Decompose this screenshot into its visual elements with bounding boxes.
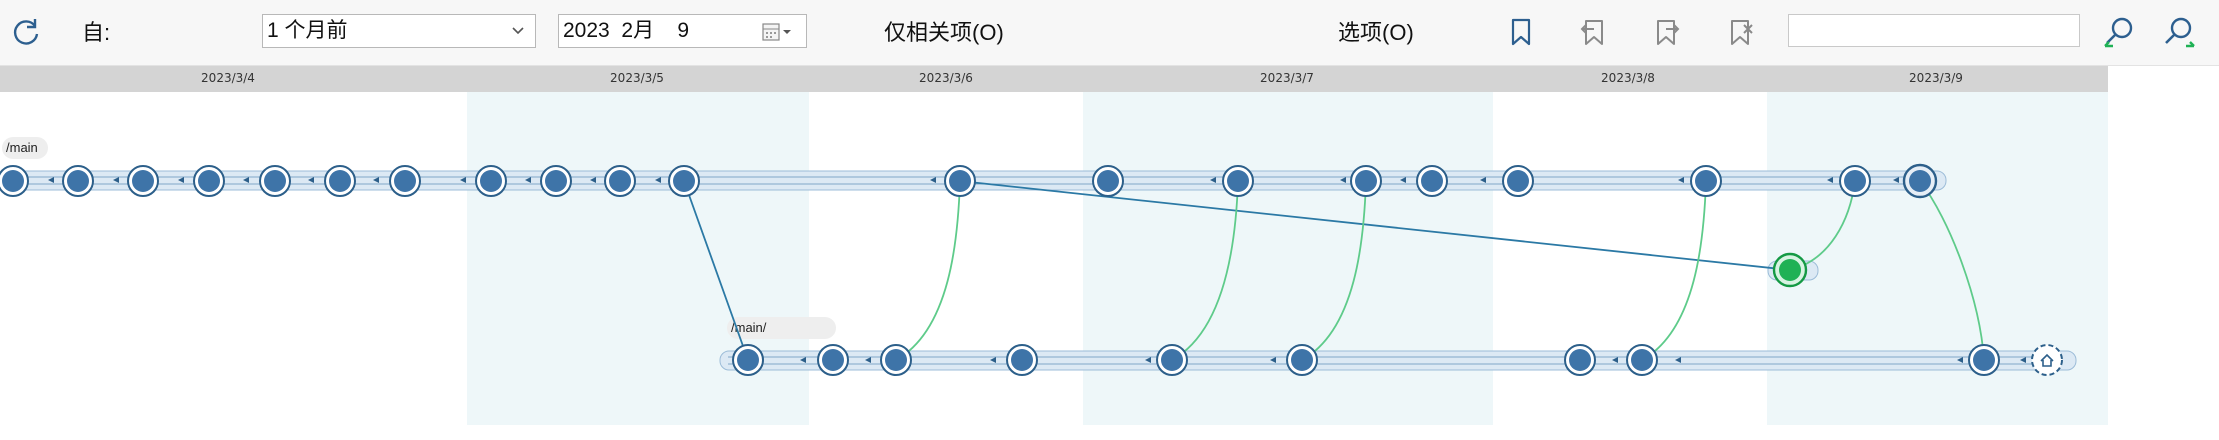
commit-node[interactable] (1092, 165, 1124, 197)
commit-node[interactable] (732, 344, 764, 376)
commit-node[interactable] (1006, 344, 1038, 376)
commit-node[interactable] (475, 165, 507, 197)
commit-node[interactable] (1416, 165, 1448, 197)
commit-node[interactable] (817, 344, 849, 376)
flow-arrows (48, 177, 2026, 363)
commit-node[interactable] (193, 165, 225, 197)
merge-line (1301, 180, 1367, 361)
commit-node[interactable] (0, 165, 29, 197)
current-commit-node[interactable] (1772, 252, 1808, 288)
commit-node[interactable] (1968, 344, 2000, 376)
merge-line (895, 180, 961, 361)
commit-node[interactable] (1222, 165, 1254, 197)
commit-node[interactable] (62, 165, 94, 197)
commit-node[interactable] (324, 165, 356, 197)
history-graph (0, 163, 2077, 376)
commit-node[interactable] (1690, 165, 1722, 197)
commit-node[interactable] (880, 344, 912, 376)
commit-node[interactable] (1564, 344, 1596, 376)
merge-line (1641, 180, 1707, 361)
commit-node[interactable] (259, 165, 291, 197)
commit-node[interactable] (668, 165, 700, 197)
feature-track (719, 350, 2077, 371)
commit-node[interactable] (944, 165, 976, 197)
commit-node[interactable] (1502, 165, 1534, 197)
commit-node[interactable] (389, 165, 421, 197)
branch-line (959, 180, 1791, 271)
branch-line (683, 180, 749, 361)
commit-node[interactable] (1350, 165, 1382, 197)
commit-node-head[interactable] (1902, 163, 1938, 199)
commit-node[interactable] (127, 165, 159, 197)
commit-node[interactable] (1156, 344, 1188, 376)
commit-node[interactable] (540, 165, 572, 197)
commit-node[interactable] (1626, 344, 1658, 376)
commit-node[interactable] (1839, 165, 1871, 197)
commit-node[interactable] (604, 165, 636, 197)
merge-line (1919, 180, 1985, 361)
commit-node[interactable] (1286, 344, 1318, 376)
home-node[interactable] (2031, 344, 2063, 376)
